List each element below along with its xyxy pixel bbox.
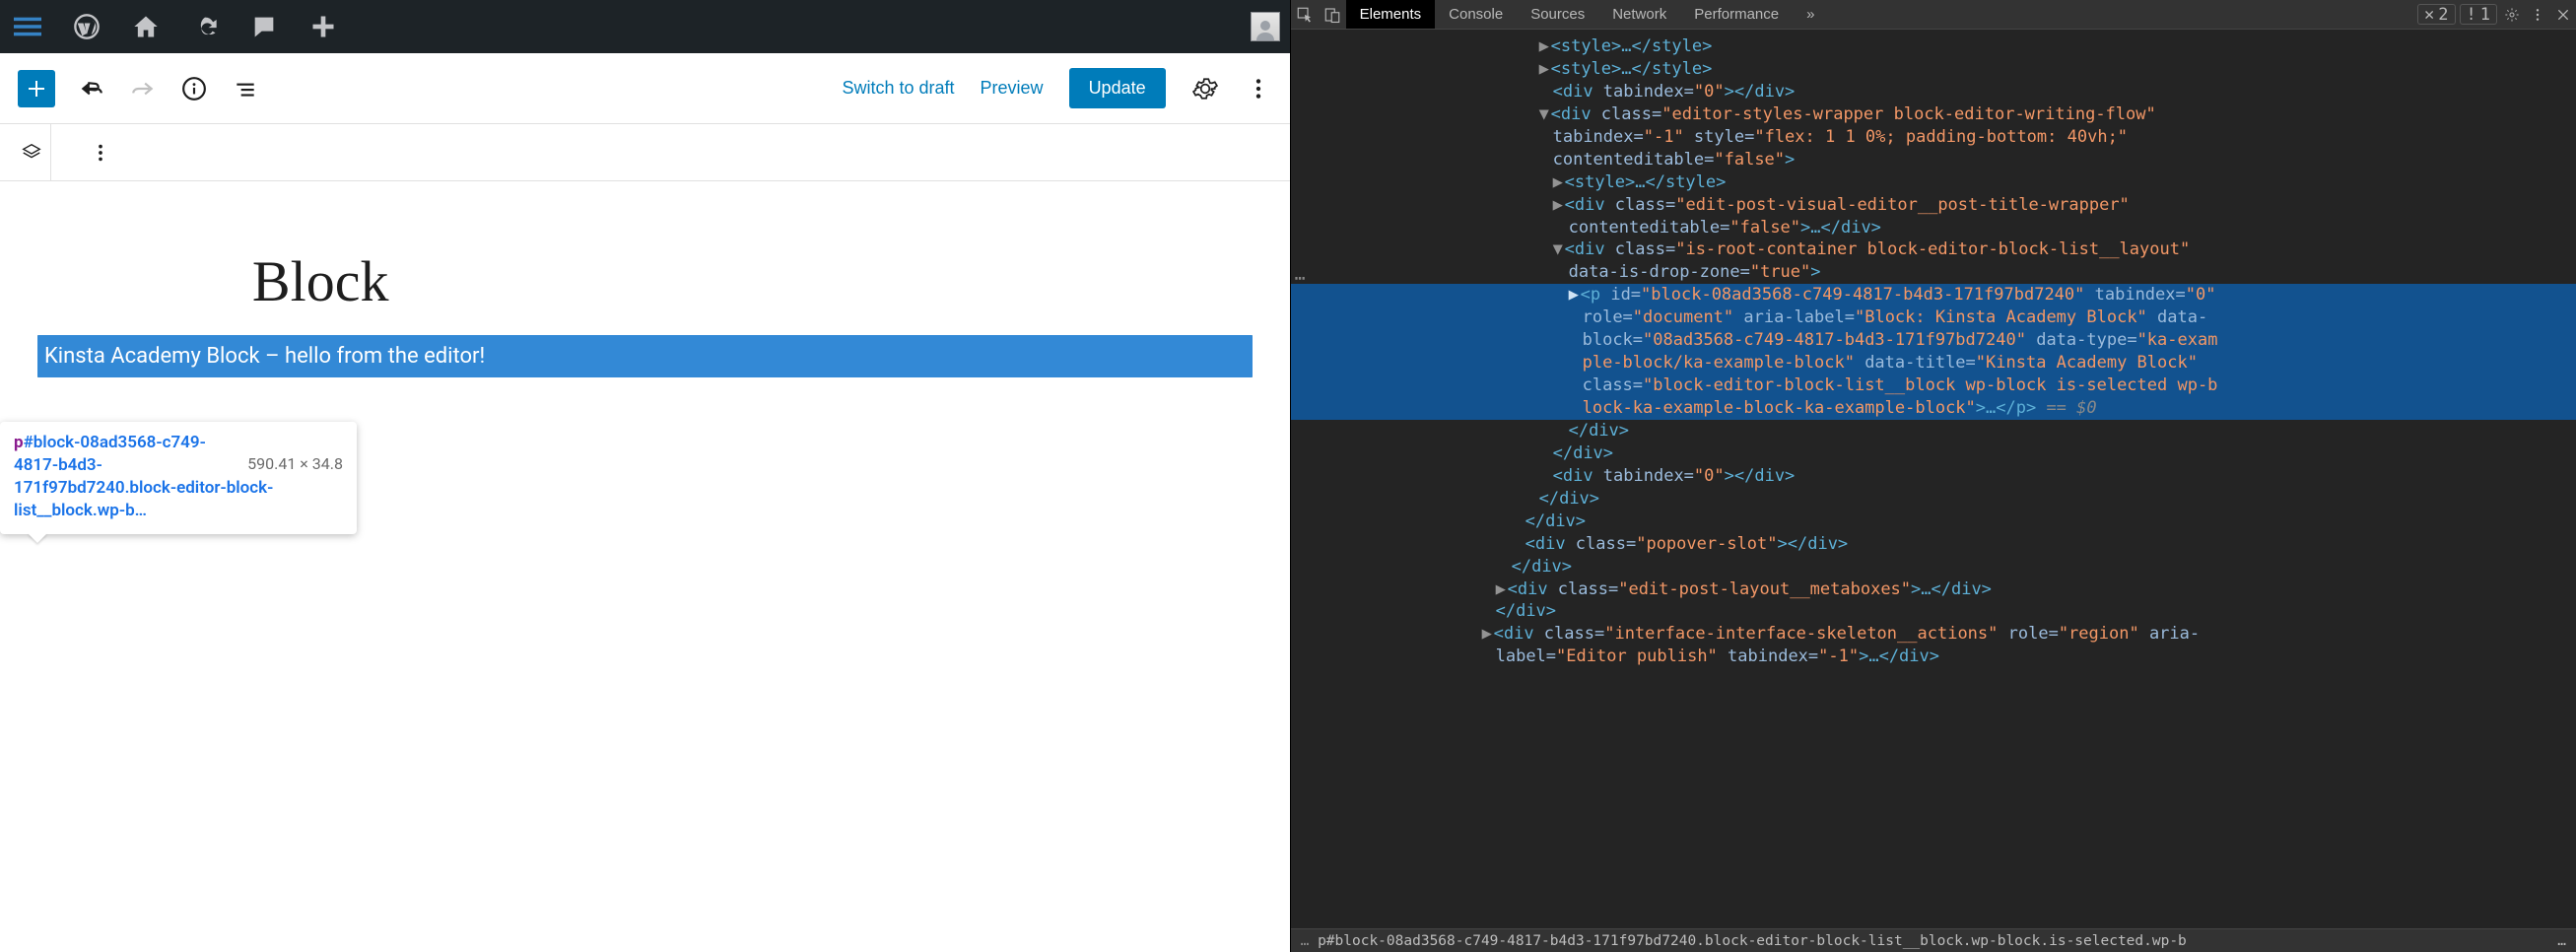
add-block-button[interactable] — [18, 70, 55, 107]
user-avatar[interactable] — [1251, 12, 1280, 41]
warning-badge[interactable]: !1 — [2460, 4, 2498, 25]
inspect-selector: #block-08ad3568-c749-4817-b4d3-171f97bd7… — [14, 433, 273, 520]
chrome-devtools: Elements Console Sources Network Perform… — [1291, 0, 2576, 952]
elements-panel[interactable]: ▶<style>…</style> ▶<style>…</style> <div… — [1291, 30, 2576, 928]
tab-more[interactable]: » — [1793, 0, 1828, 29]
post-title[interactable]: Kinsta A Block — [39, 250, 1253, 313]
inspect-dimensions: 590.41 × 34.8 — [247, 453, 343, 475]
switch-to-draft-button[interactable]: Switch to draft — [842, 78, 954, 99]
tab-network[interactable]: Network — [1598, 0, 1680, 29]
tab-performance[interactable]: Performance — [1680, 0, 1793, 29]
info-icon[interactable] — [179, 74, 209, 103]
tab-sources[interactable]: Sources — [1517, 0, 1598, 29]
hamburger-icon[interactable] — [10, 9, 45, 44]
block-options-icon[interactable] — [81, 142, 120, 164]
editor-canvas[interactable]: 590.41 × 34.8 p#block-08ad3568-c749-4817… — [0, 181, 1290, 952]
refresh-icon[interactable] — [187, 9, 223, 44]
devtools-inspect-tooltip: 590.41 × 34.8 p#block-08ad3568-c749-4817… — [0, 422, 357, 534]
wp-admin-bar — [0, 0, 1290, 53]
devtools-settings-icon[interactable] — [2499, 0, 2525, 29]
device-toggle-icon[interactable] — [1319, 0, 1346, 29]
settings-icon[interactable] — [1191, 75, 1219, 102]
more-options-icon[interactable] — [1245, 75, 1272, 102]
block-type-icon[interactable] — [12, 124, 51, 181]
devtools-tabbar: Elements Console Sources Network Perform… — [1291, 0, 2576, 30]
error-badge[interactable]: ✕2 — [2417, 4, 2456, 25]
wordpress-logo-icon[interactable] — [69, 9, 104, 44]
tab-console[interactable]: Console — [1435, 0, 1517, 29]
inspect-tag: p — [14, 433, 24, 452]
undo-icon[interactable] — [77, 74, 106, 103]
devtools-close-icon[interactable] — [2550, 0, 2576, 29]
block-toolbar — [0, 124, 1290, 181]
selected-dom-node[interactable]: ▶<p id="block-08ad3568-c749-4817-b4d3-17… — [1291, 284, 2576, 306]
home-icon[interactable] — [128, 9, 164, 44]
tab-elements[interactable]: Elements — [1346, 0, 1436, 29]
gutter-ellipsis-icon: ⋯ — [1295, 267, 1306, 291]
editor-toolbar: Switch to draft Preview Update — [0, 53, 1290, 124]
plus-icon[interactable] — [305, 9, 341, 44]
comment-icon[interactable] — [246, 9, 282, 44]
kinsta-academy-block[interactable]: Kinsta Academy Block – hello from the ed… — [37, 335, 1253, 377]
wordpress-editor: Switch to draft Preview Update 590.41 × … — [0, 0, 1291, 952]
update-button[interactable]: Update — [1069, 68, 1166, 108]
list-view-icon[interactable] — [231, 74, 260, 103]
preview-button[interactable]: Preview — [981, 78, 1044, 99]
devtools-more-icon[interactable] — [2525, 0, 2550, 29]
devtools-breadcrumb[interactable]: … p#block-08ad3568-c749-4817-b4d3-171f97… — [1291, 928, 2576, 952]
redo-icon[interactable] — [128, 74, 158, 103]
inspect-icon[interactable] — [1291, 0, 1319, 29]
